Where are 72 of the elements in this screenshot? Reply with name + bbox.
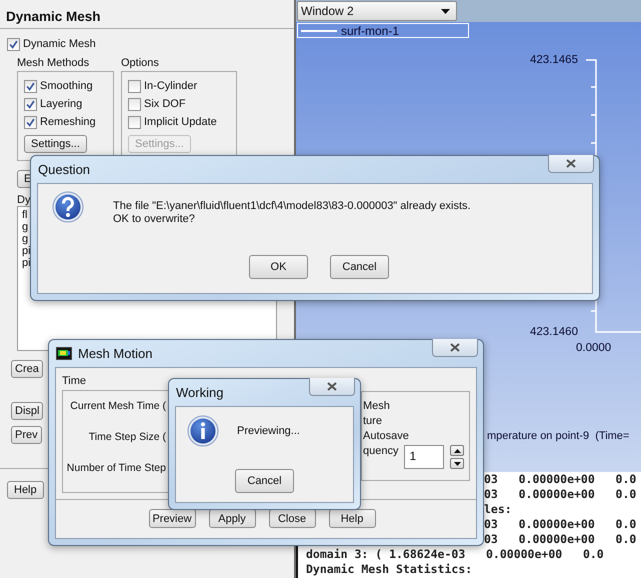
frequency-field[interactable]: 1 [404,445,444,469]
console-line: les: [484,502,513,517]
field-label: Time Step Size ( [88,431,166,443]
axis-label: 0.0000 [576,342,612,354]
spin-up-button[interactable] [450,445,464,456]
legend-line-icon [301,30,337,32]
app-icon [56,346,72,360]
checkbox[interactable] [24,98,37,110]
create-button[interactable]: Crea [11,360,43,378]
dialog-message: The file "E:\yaner\fluid\fluent1\dcf\4\model83\83-0.000003" already exists. OK to overwrite? [113,200,471,226]
settings-button[interactable]: Settings... [24,135,87,153]
checkbox[interactable] [128,98,141,110]
checkbox-label: In-Cylinder [144,80,198,92]
field-label: Current Mesh Time ( [69,400,166,412]
console-line: 03 0.00000e+00 0.0 [484,532,638,547]
checkbox[interactable] [128,116,141,128]
group-label: Options [121,57,160,69]
dialog-title: Working [176,384,224,400]
dialog-button[interactable]: Close [268,509,316,528]
checkbox-label: Smoothing [40,80,93,92]
close-icon [450,343,460,352]
question-icon [52,191,84,223]
up-arrow-icon [454,448,461,452]
legend-label: surf-mon-1 [341,24,400,38]
close-button[interactable] [432,339,478,357]
chart-title: mperature on point-9 (Time= [487,430,630,442]
field-label: quency [363,445,398,457]
caret-icon [441,8,450,14]
dialog-title: Mesh Motion [78,346,152,360]
checkbox-label: Implicit Update [144,116,217,128]
option-label: Mesh [363,399,391,414]
console-line: 03 0.00000e+00 0.0 [484,472,638,487]
panel-title: Dynamic Mesh [0,0,294,29]
window-dropdown[interactable]: Window 2 [297,1,457,21]
cancel-button[interactable]: Cancel [235,469,294,493]
checkbox[interactable] [128,80,141,92]
dialog-button[interactable]: Help [328,509,376,528]
checkbox-label: Six DOF [144,98,186,110]
checkbox[interactable] [24,80,37,92]
option-label: Autosave [363,429,410,444]
option-label: ture [363,414,383,429]
close-icon [327,382,337,391]
dialog-button[interactable]: Apply [208,509,256,528]
list-label: Dy [17,194,30,206]
panel-button[interactable]: Displ [11,402,44,420]
dialog-message: Previewing... [237,425,300,437]
checkbox-label: Remeshing [40,116,96,128]
axis-label: 423.1460 [530,326,578,338]
console-line: Dynamic Mesh Statistics: [305,562,474,577]
field-label: Number of Time Step [66,462,166,474]
close-button[interactable] [548,155,594,173]
group-label: Mesh Methods [17,57,90,69]
down-arrow-icon [454,462,461,466]
dialog-button[interactable]: Preview [148,509,196,528]
close-icon [566,159,576,168]
console-line: domain 3: ( 1.68624e-03 0.00000e+00 0.0 [305,547,605,562]
dialog-button[interactable]: Cancel [330,255,389,279]
spin-down-button[interactable] [450,458,464,469]
help-button[interactable]: Help [7,481,44,499]
dialog-title: Question [38,162,90,176]
checkbox-label: Dynamic Mesh [23,38,96,50]
panel-button[interactable]: Prev [11,426,42,444]
group-label: Time [62,375,86,387]
console-line: 03 0.00000e+00 0.0 [484,517,638,532]
close-button[interactable] [309,378,355,396]
checkbox[interactable] [24,116,37,128]
info-icon [187,415,219,447]
console-line: 03 0.00000e+00 0.0 [484,487,638,502]
checkbox[interactable] [7,38,20,50]
axis-label: 423.1465 [530,54,578,66]
dialog-button[interactable]: OK [249,255,308,279]
checkbox-label: Layering [40,98,82,110]
